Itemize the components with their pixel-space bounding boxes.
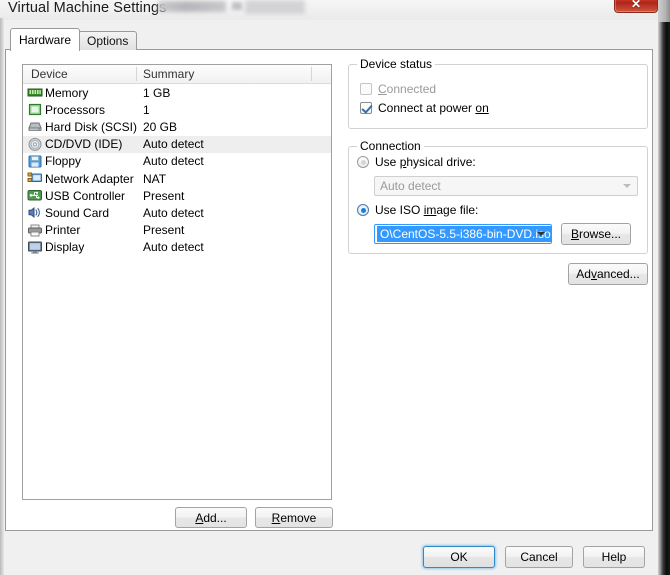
checkbox-checked-icon (360, 102, 372, 114)
device-summary: 1 (143, 102, 150, 117)
window-right-edge-top (658, 0, 670, 22)
ok-button[interactable]: OK (423, 546, 495, 568)
device-summary: 20 GB (143, 119, 178, 134)
device-list-header: Device Summary (23, 65, 331, 84)
close-icon: ✕ (630, 0, 642, 11)
redacted-title-region (158, 1, 226, 12)
cancel-button[interactable]: Cancel (505, 546, 573, 568)
device-name: Printer (45, 223, 81, 238)
add-button[interactable]: Add... (175, 507, 247, 528)
tab-options[interactable]: Options (78, 31, 138, 50)
table-row[interactable]: Display Auto detect (23, 239, 331, 256)
cancel-button-label: Cancel (520, 550, 558, 564)
advanced-button[interactable]: Advanced... (568, 263, 648, 285)
use-physical-drive-radio[interactable]: Use physical drive: (357, 155, 476, 169)
device-name: Display (45, 240, 85, 255)
device-summary: Auto detect (143, 154, 204, 169)
tab-hardware-label: Hardware (19, 33, 72, 47)
device-name: CD/DVD (IDE) (45, 137, 123, 152)
memory-icon (27, 85, 43, 100)
ok-button-label: OK (450, 550, 468, 564)
device-summary: 1 GB (143, 85, 171, 100)
iso-path-combo[interactable]: O\CentOS-5.5-i386-bin-DVD.iso (374, 224, 552, 244)
redacted-title-region-3 (245, 0, 305, 14)
close-button[interactable]: ✕ (614, 0, 658, 13)
table-row[interactable]: Network Adapter NAT (23, 170, 331, 187)
help-button[interactable]: Help (583, 546, 645, 568)
device-name: Network Adapter (45, 171, 134, 186)
sound-card-icon (27, 205, 43, 220)
chevron-down-icon[interactable] (537, 232, 545, 236)
tab-hardware[interactable]: Hardware (10, 28, 81, 51)
radio-selected-icon (357, 204, 369, 216)
device-summary: Auto detect (143, 205, 204, 220)
network-adapter-icon (27, 171, 43, 186)
use-physical-drive-label: Use physical drive: (375, 155, 476, 169)
use-iso-image-label: Use ISO image file: (375, 203, 479, 217)
radio-unselected-icon (357, 156, 369, 168)
physical-drive-combo[interactable]: Auto detect (374, 176, 638, 196)
browse-button-label: Browse... (570, 227, 622, 241)
advanced-button-label: Advanced... (576, 267, 640, 281)
floppy-icon (27, 154, 43, 169)
table-row[interactable]: Printer Present (23, 222, 331, 239)
redacted-title-region-2 (232, 2, 242, 10)
window-left-edge (0, 18, 4, 575)
checkbox-box-icon (360, 83, 372, 95)
device-summary: Auto detect (143, 137, 204, 152)
device-name: Hard Disk (SCSI) (45, 119, 138, 134)
device-summary: Present (143, 223, 185, 238)
table-row[interactable]: Processors 1 (23, 101, 331, 118)
table-row[interactable]: Hard Disk (SCSI) 20 GB (23, 118, 331, 135)
usb-controller-icon (27, 188, 43, 203)
add-button-label: Add... (195, 510, 227, 525)
remove-button[interactable]: Remove (255, 507, 333, 528)
device-status-group: Device status (348, 57, 648, 129)
connected-label: Connected (378, 82, 437, 96)
chevron-down-icon (623, 184, 631, 188)
column-header-device[interactable]: Device (31, 67, 68, 81)
device-name: Floppy (45, 154, 82, 169)
connected-checkbox[interactable]: Connected (360, 82, 436, 96)
device-summary: Present (143, 188, 185, 203)
printer-icon (27, 223, 43, 238)
physical-drive-value: Auto detect (380, 179, 441, 193)
table-row[interactable]: USB Controller Present (23, 187, 331, 204)
iso-path-value[interactable]: O\CentOS-5.5-i386-bin-DVD.iso (377, 226, 551, 242)
hard-disk-icon (27, 119, 43, 134)
use-iso-image-radio[interactable]: Use ISO image file: (357, 203, 478, 217)
processor-icon (27, 102, 43, 117)
table-row[interactable]: Memory 1 GB (23, 84, 331, 101)
device-name: USB Controller (45, 188, 126, 203)
remove-button-label: Remove (271, 510, 317, 525)
window-right-edge (658, 0, 670, 575)
device-summary: NAT (143, 171, 167, 186)
browse-button[interactable]: Browse... (561, 223, 631, 245)
display-icon (27, 240, 43, 255)
window-title: Virtual Machine Settings (8, 0, 167, 16)
column-header-summary[interactable]: Summary (143, 67, 194, 81)
column-divider-1[interactable] (136, 67, 137, 81)
device-status-title: Device status (357, 57, 436, 71)
device-name: Processors (45, 102, 106, 117)
connection-title: Connection (357, 139, 424, 153)
table-row[interactable]: CD/DVD (IDE) Auto detect (23, 135, 331, 153)
cd-dvd-icon (27, 137, 43, 152)
device-summary: Auto detect (143, 240, 204, 255)
table-row[interactable]: Sound Card Auto detect (23, 204, 331, 221)
device-name: Sound Card (45, 205, 110, 220)
column-divider-2[interactable] (311, 67, 312, 81)
virtual-machine-settings-window: Virtual Machine Settings ✕ Hardware Opti… (0, 0, 658, 575)
connect-at-power-on-label: Connect at power on (378, 101, 489, 115)
table-row[interactable]: Floppy Auto detect (23, 153, 331, 170)
tab-options-label: Options (87, 34, 129, 48)
title-bar: Virtual Machine Settings ✕ (0, 0, 658, 20)
connect-at-power-on-checkbox[interactable]: Connect at power on (360, 101, 489, 115)
help-button-label: Help (601, 550, 627, 564)
device-list[interactable]: Device Summary Memory 1 GB Processors 1 … (22, 64, 332, 500)
device-name: Memory (45, 85, 89, 100)
